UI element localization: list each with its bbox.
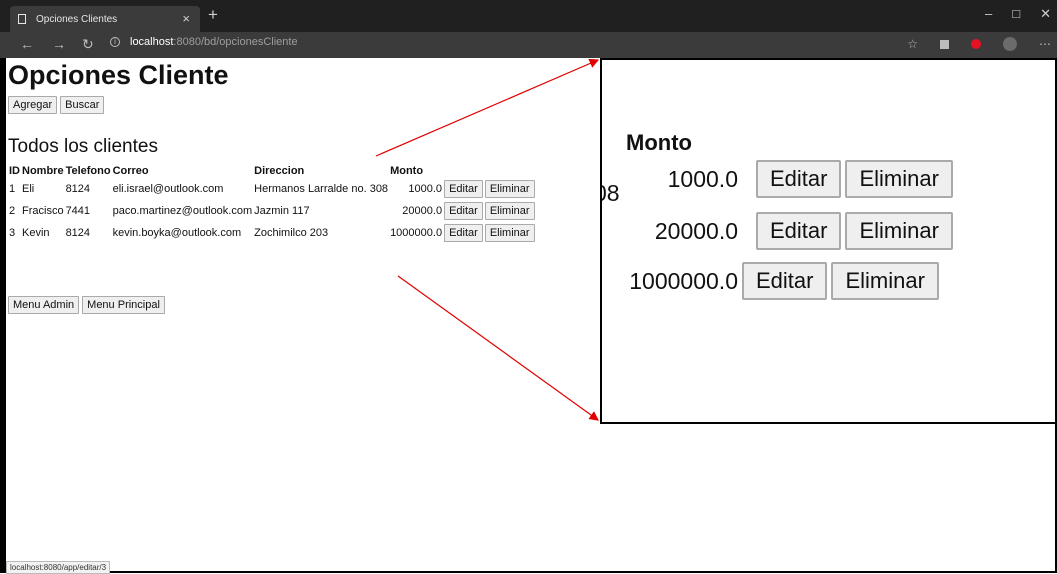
page-icon (18, 14, 26, 24)
cell-email: eli.israel@outlook.com (112, 183, 224, 195)
bottom-actions: Menu Admin Menu Principal (8, 296, 165, 314)
zoom-edit-button[interactable]: Editar (742, 262, 828, 300)
cell-id: 1 (9, 183, 16, 195)
address-bar: ← → ↻ i localhost :8080/bd/opcionesClien… (0, 32, 1057, 58)
edit-button[interactable]: Editar (444, 224, 483, 242)
main-menu-button[interactable]: Menu Principal (82, 296, 165, 314)
maximize-icon[interactable]: □ (1012, 6, 1020, 22)
table-row: 1 Eli 8124 eli.israel@outlook.com Herman… (8, 178, 536, 200)
cell-email: kevin.boyka@outlook.com (112, 227, 242, 239)
zoom-callout: Monto 08 1000.0 Editar Eliminar 20000.0 … (600, 58, 1057, 424)
url-path: :8080/bd/opcionesCliente (173, 36, 298, 48)
close-window-icon[interactable]: ✕ (1040, 6, 1051, 22)
top-actions: Agregar Buscar (8, 96, 105, 114)
tab-title: Opciones Clientes (36, 13, 118, 25)
cell-address: Zochimilco 203 (254, 227, 329, 239)
zoom-edit-button[interactable]: Editar (756, 212, 842, 250)
zoom-amount: 1000000.0 (629, 267, 738, 294)
zoom-amount: 1000.0 (667, 165, 738, 192)
delete-button[interactable]: Eliminar (484, 224, 535, 242)
info-icon[interactable]: i (110, 37, 120, 47)
table-row: 3 Kevin 8124 kevin.boyka@outlook.com Zoc… (8, 222, 536, 244)
cell-phone: 8124 (65, 227, 91, 239)
url-host: localhost (130, 36, 174, 48)
url-field[interactable]: i localhost :8080/bd/opcionesCliente (110, 36, 298, 48)
cell-name: Fracisco (22, 205, 64, 217)
toolbar-icons: ☆ ⋯ (907, 37, 1051, 51)
page-content: Opciones Cliente Agregar Buscar Todos lo… (8, 58, 598, 568)
cell-name: Kevin (22, 227, 50, 239)
close-tab-icon[interactable]: × (182, 11, 190, 26)
delete-button[interactable]: Eliminar (484, 180, 535, 198)
back-icon[interactable]: ← (20, 36, 34, 52)
window-controls: – □ ✕ (985, 6, 1051, 22)
delete-button[interactable]: Eliminar (484, 202, 535, 220)
browser-tab[interactable]: Opciones Clientes × (10, 6, 200, 32)
zoom-edit-button[interactable]: Editar (756, 160, 842, 198)
zoom-header: Monto (626, 130, 692, 155)
new-tab-icon[interactable]: + (208, 5, 218, 25)
zoom-row: 1000.0 Editar Eliminar (602, 160, 953, 198)
clients-table: ID Nombre Telefono Correo Direccion Mont… (8, 164, 536, 244)
page-title: Opciones Cliente (8, 60, 229, 90)
column-header-name: Nombre (22, 165, 64, 177)
zoom-row: 1000000.0 Editar Eliminar (602, 262, 939, 300)
browser-titlebar: Opciones Clientes × + – □ ✕ (0, 0, 1057, 32)
column-header-id: ID (9, 165, 20, 177)
zoom-amount: 20000.0 (654, 217, 738, 244)
zoom-delete-button[interactable]: Eliminar (831, 262, 939, 300)
cell-amount: 20000.0 (402, 205, 443, 217)
minimize-icon[interactable]: – (985, 6, 992, 22)
cell-amount: 1000000.0 (390, 227, 443, 239)
forward-icon[interactable]: → (52, 36, 66, 52)
edit-button[interactable]: Editar (444, 180, 483, 198)
more-menu-icon[interactable]: ⋯ (1039, 37, 1051, 51)
column-header-amount: Monto (390, 165, 424, 177)
cell-actions: Editar Eliminar (443, 178, 535, 200)
cell-phone: 7441 (65, 205, 91, 217)
zoom-delete-button[interactable]: Eliminar (845, 212, 953, 250)
clients-heading: Todos los clientes (8, 136, 158, 157)
cell-email: paco.martinez@outlook.com (112, 205, 253, 217)
cell-address: Hermanos Larralde no. 308 (254, 183, 389, 195)
cell-actions: Editar Eliminar (443, 222, 535, 244)
profile-avatar-icon[interactable] (1003, 37, 1017, 51)
refresh-icon[interactable]: ↻ (82, 36, 94, 53)
adblock-extension-icon[interactable] (971, 39, 981, 49)
column-header-address: Direccion (254, 165, 305, 177)
table-header-row: ID Nombre Telefono Correo Direccion Mont… (8, 164, 536, 178)
zoom-row: 20000.0 Editar Eliminar (602, 212, 953, 250)
search-button[interactable]: Buscar (60, 96, 105, 114)
cell-id: 2 (9, 205, 16, 217)
add-button[interactable]: Agregar (8, 96, 58, 114)
extension-icon[interactable] (940, 39, 949, 49)
cell-id: 3 (9, 227, 16, 239)
status-bar-link: localhost:8080/app/editar/3 (6, 561, 111, 574)
cell-address: Jazmin 117 (254, 205, 310, 217)
cell-name: Eli (22, 183, 35, 195)
cell-amount: 1000.0 (408, 183, 443, 195)
favorite-star-icon[interactable]: ☆ (907, 37, 918, 51)
column-header-phone: Telefono (65, 165, 111, 177)
column-header-email: Correo (112, 165, 149, 177)
edit-button[interactable]: Editar (444, 202, 483, 220)
admin-menu-button[interactable]: Menu Admin (8, 296, 80, 314)
zoom-delete-button[interactable]: Eliminar (845, 160, 953, 198)
cell-phone: 8124 (65, 183, 91, 195)
cell-actions: Editar Eliminar (443, 200, 535, 222)
table-row: 2 Fracisco 7441 paco.martinez@outlook.co… (8, 200, 536, 222)
column-header-actions (443, 164, 535, 178)
